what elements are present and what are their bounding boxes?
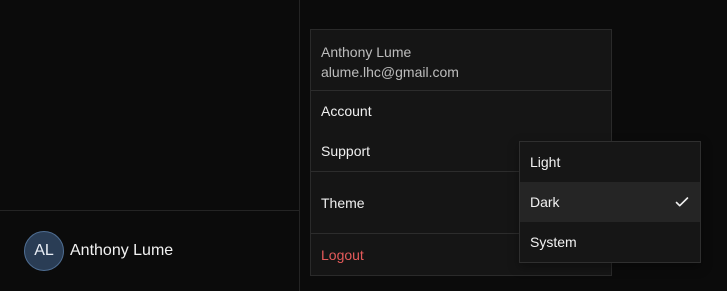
- theme-option-dark[interactable]: Dark: [520, 182, 700, 222]
- theme-option-system[interactable]: System: [520, 222, 700, 262]
- profile-name: Anthony Lume: [70, 242, 174, 259]
- account-menu-item[interactable]: Account: [311, 91, 611, 131]
- sidebar-profile[interactable]: AL Anthony Lume: [24, 231, 173, 271]
- theme-option-label: Dark: [530, 194, 560, 210]
- theme-dropdown: Light Dark System: [519, 141, 701, 263]
- theme-option-label: System: [530, 234, 577, 250]
- theme-label: Theme: [321, 194, 365, 211]
- check-icon: [674, 194, 690, 210]
- app-screen: AL Anthony Lume Anthony Lume alume.lhc@g…: [0, 0, 727, 291]
- theme-option-label: Light: [530, 154, 561, 170]
- menu-user-header: Anthony Lume alume.lhc@gmail.com: [311, 30, 611, 91]
- menu-user-email: alume.lhc@gmail.com: [321, 64, 459, 80]
- sidebar-divider: [0, 210, 299, 211]
- theme-option-light[interactable]: Light: [520, 142, 700, 182]
- avatar-initials: AL: [34, 242, 54, 259]
- menu-user-name: Anthony Lume: [321, 44, 412, 60]
- avatar: AL: [24, 231, 64, 271]
- vertical-divider: [299, 0, 300, 291]
